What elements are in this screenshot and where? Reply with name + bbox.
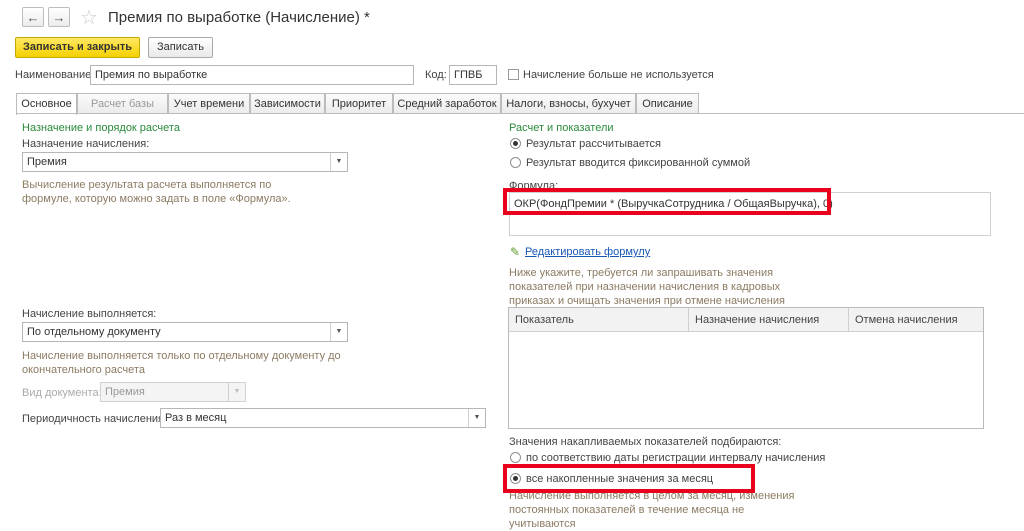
- purpose-hint: Вычисление результата расчета выполняетс…: [22, 179, 291, 205]
- performed-value: По отдельному документу: [27, 326, 161, 338]
- doc-type-select: Премия ▼: [100, 382, 246, 402]
- tab-divider: [16, 113, 1024, 114]
- doc-type-label: Вид документа:: [22, 387, 102, 399]
- radio-by-date[interactable]: [510, 452, 521, 463]
- chevron-down-icon[interactable]: ▼: [468, 409, 485, 427]
- name-input[interactable]: Премия по выработке: [90, 65, 414, 85]
- indicators-hint: Ниже укажите, требуется ли запрашивать з…: [509, 267, 785, 307]
- arrow-right-icon: →: [52, 10, 66, 25]
- periodicity-value: Раз в месяц: [165, 412, 227, 424]
- not-used-label: Начисление больше не используется: [523, 69, 714, 81]
- tab-time-accounting[interactable]: Учет времени: [168, 93, 250, 114]
- performed-label: Начисление выполняется:: [22, 308, 157, 320]
- forward-button[interactable]: →: [48, 7, 70, 27]
- table-header-assignment[interactable]: Назначение начисления: [689, 308, 849, 332]
- code-label: Код:: [425, 69, 447, 81]
- tab-description[interactable]: Описание: [636, 93, 699, 114]
- chevron-down-icon[interactable]: ▼: [330, 323, 347, 341]
- indicators-table[interactable]: Показатель Назначение начисления Отмена …: [508, 307, 984, 429]
- table-header-indicator[interactable]: Показатель: [509, 308, 689, 332]
- performed-hint: Начисление выполняется только по отдельн…: [22, 350, 341, 376]
- star-icon[interactable]: ☆: [80, 5, 98, 30]
- tab-priority[interactable]: Приоритет: [325, 93, 393, 114]
- periodicity-label: Периодичность начисления:: [22, 413, 168, 425]
- radio-fixed-label: Результат вводится фиксированной суммой: [526, 157, 751, 169]
- name-label: Наименование:: [15, 69, 95, 81]
- formula-highlight: [503, 188, 831, 215]
- back-button[interactable]: ←: [22, 7, 44, 27]
- tab-taxes[interactable]: Налоги, взносы, бухучет: [501, 93, 636, 114]
- doc-type-value: Премия: [105, 386, 145, 398]
- purpose-label: Назначение начисления:: [22, 138, 150, 150]
- purpose-value: Премия: [27, 156, 67, 168]
- all-month-highlight: [503, 464, 755, 493]
- performed-select[interactable]: По отдельному документу ▼: [22, 322, 348, 342]
- radio-calculated[interactable]: [510, 138, 521, 149]
- purpose-select[interactable]: Премия ▼: [22, 152, 348, 172]
- radio-by-date-label: по соответствию даты регистрации интерва…: [526, 452, 826, 464]
- tab-base-calc[interactable]: Расчет базы: [77, 93, 168, 114]
- save-button[interactable]: Записать: [148, 37, 213, 58]
- periodicity-select[interactable]: Раз в месяц ▼: [160, 408, 486, 428]
- right-section-title: Расчет и показатели: [509, 122, 614, 134]
- table-header-cancel[interactable]: Отмена начисления: [849, 308, 983, 332]
- radio-fixed[interactable]: [510, 157, 521, 168]
- radio-calculated-label: Результат рассчитывается: [526, 138, 661, 150]
- page-title: Премия по выработке (Начисление) *: [108, 9, 370, 26]
- save-and-close-button[interactable]: Записать и закрыть: [15, 37, 140, 58]
- tab-dependencies[interactable]: Зависимости: [250, 93, 325, 114]
- bottom-hint: Начисление выполняется в целом за месяц,…: [509, 490, 795, 530]
- chevron-down-icon[interactable]: ▼: [330, 153, 347, 171]
- left-section-title: Назначение и порядок расчета: [22, 122, 180, 134]
- pencil-icon: ✎: [510, 245, 521, 259]
- tab-main[interactable]: Основное: [16, 93, 77, 115]
- not-used-checkbox[interactable]: [508, 69, 519, 80]
- edit-formula-link[interactable]: Редактировать формулу: [525, 246, 650, 258]
- accumulated-label: Значения накапливаемых показателей подби…: [509, 436, 782, 448]
- chevron-down-icon: ▼: [228, 383, 245, 401]
- arrow-left-icon: ←: [26, 10, 40, 25]
- tab-average-earnings[interactable]: Средний заработок: [393, 93, 501, 114]
- code-input[interactable]: ГПВБ: [449, 65, 497, 85]
